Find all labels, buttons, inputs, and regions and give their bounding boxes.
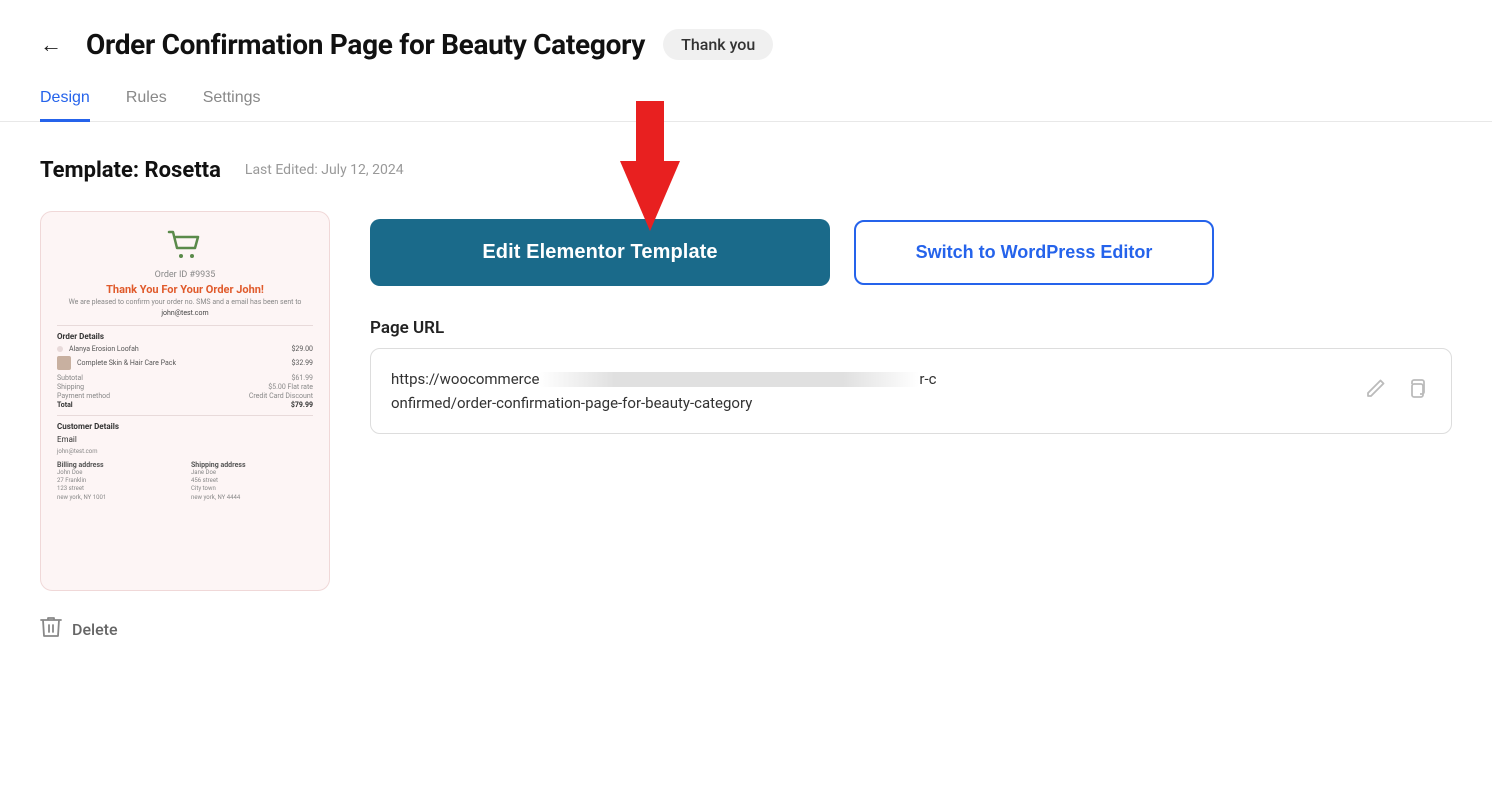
preview-address-cols: Billing address John Doe 27 Franklin 123…: [57, 461, 313, 503]
template-preview-card: Order ID #9935 Thank You For Your Order …: [40, 211, 330, 591]
pencil-icon: [1365, 377, 1387, 399]
preview-shipping-col: Shipping address Jane Doe 456 street Cit…: [191, 461, 313, 503]
preview-divider-1: [57, 325, 313, 326]
preview-billing-col: Billing address John Doe 27 Franklin 123…: [57, 461, 179, 503]
preview-billing-line-4: new york, NY 1001: [57, 494, 179, 502]
preview-grand-total: Total$79.99: [57, 401, 313, 409]
preview-item-2: Complete Skin & Hair Care Pack $32.99: [57, 356, 313, 370]
preview-item-price-1: $29.00: [291, 345, 313, 353]
preview-subtotal: Subtotal$61.99: [57, 374, 313, 382]
preview-billing-line-1: John Doe: [57, 469, 179, 477]
preview-shipping: Shipping$5.00 Flat rate: [57, 383, 313, 391]
buttons-row: Edit Elementor Template Switch to WordPr…: [370, 219, 1452, 286]
url-text: https://woocommerce r-c onfirmed/order-c…: [391, 367, 1349, 415]
url-box: https://woocommerce r-c onfirmed/order-c…: [370, 348, 1452, 434]
url-start: https://woocommerce: [391, 370, 539, 388]
preview-shipping-line-4: new york, NY 4444: [191, 494, 313, 502]
copy-url-button[interactable]: [1401, 373, 1431, 409]
preview-divider-2: [57, 415, 313, 416]
tab-rules[interactable]: Rules: [126, 79, 167, 122]
status-badge: Thank you: [663, 29, 773, 60]
back-button[interactable]: ←: [40, 32, 68, 58]
item-dot-1: [57, 346, 63, 352]
preview-item-price-2: $32.99: [291, 359, 313, 367]
body-layout: Order ID #9935 Thank You For Your Order …: [40, 211, 1452, 591]
preview-customer-email: john@test.com: [57, 448, 313, 456]
tabs-bar: Design Rules Settings: [0, 79, 1492, 122]
page-header: ← Order Confirmation Page for Beauty Cat…: [0, 0, 1492, 79]
preview-email: john@test.com: [57, 309, 313, 317]
page-url-label: Page URL: [370, 318, 1452, 338]
preview-customer: Customer Details Email john@test.com Bil…: [57, 422, 313, 502]
preview-billing-title: Billing address: [57, 461, 179, 469]
preview-shipping-line-2: 456 street: [191, 477, 313, 485]
url-blurred: [539, 372, 919, 387]
trash-icon: [40, 615, 62, 644]
template-title: Template: Rosetta: [40, 158, 221, 183]
url-actions: [1361, 373, 1431, 409]
last-edited: Last Edited: July 12, 2024: [245, 162, 404, 178]
page-title: Order Confirmation Page for Beauty Categ…: [86, 28, 645, 61]
item-img-2: [57, 356, 71, 370]
preview-totals: Subtotal$61.99 Shipping$5.00 Flat rate P…: [57, 374, 313, 409]
preview-email-label: Email: [57, 435, 313, 444]
preview-shipping-line-1: Jane Doe: [191, 469, 313, 477]
switch-wordpress-button[interactable]: Switch to WordPress Editor: [854, 220, 1214, 285]
preview-order-details-title: Order Details: [57, 332, 313, 341]
copy-icon: [1405, 377, 1427, 399]
preview-shipping-line-3: City town: [191, 485, 313, 493]
delete-row[interactable]: Delete: [40, 615, 1452, 644]
cart-icon-container: [57, 230, 313, 264]
preview-customer-title: Customer Details: [57, 422, 313, 431]
main-content: Template: Rosetta Last Edited: July 12, …: [0, 122, 1492, 664]
preview-order-id: Order ID #9935: [57, 270, 313, 280]
url-end: r-c: [919, 370, 936, 388]
delete-label: Delete: [72, 620, 118, 639]
preview-billing-line-3: 123 street: [57, 485, 179, 493]
template-row: Template: Rosetta Last Edited: July 12, …: [40, 158, 1452, 183]
preview-subtitle: We are pleased to confirm your order no.…: [57, 298, 313, 308]
cart-icon: [167, 230, 203, 260]
edit-elementor-button[interactable]: Edit Elementor Template: [370, 219, 830, 286]
preview-item-name-1: Alanya Erosion Loofah: [69, 345, 285, 353]
edit-url-button[interactable]: [1361, 373, 1391, 409]
tab-settings[interactable]: Settings: [203, 79, 261, 122]
preview-shipping-title: Shipping address: [191, 461, 313, 469]
preview-item-1: Alanya Erosion Loofah $29.00: [57, 345, 313, 353]
preview-billing-line-2: 27 Franklin: [57, 477, 179, 485]
tab-design[interactable]: Design: [40, 79, 90, 122]
page-url-section: Page URL https://woocommerce r-c onfirme…: [370, 318, 1452, 434]
preview-item-name-2: Complete Skin & Hair Care Pack: [77, 359, 285, 367]
preview-payment: Payment methodCredit Card Discount: [57, 392, 313, 400]
preview-thank-you: Thank You For Your Order John!: [57, 283, 313, 296]
right-panel: Edit Elementor Template Switch to WordPr…: [370, 211, 1452, 434]
url-second-line: onfirmed/order-confirmation-page-for-bea…: [391, 394, 752, 412]
